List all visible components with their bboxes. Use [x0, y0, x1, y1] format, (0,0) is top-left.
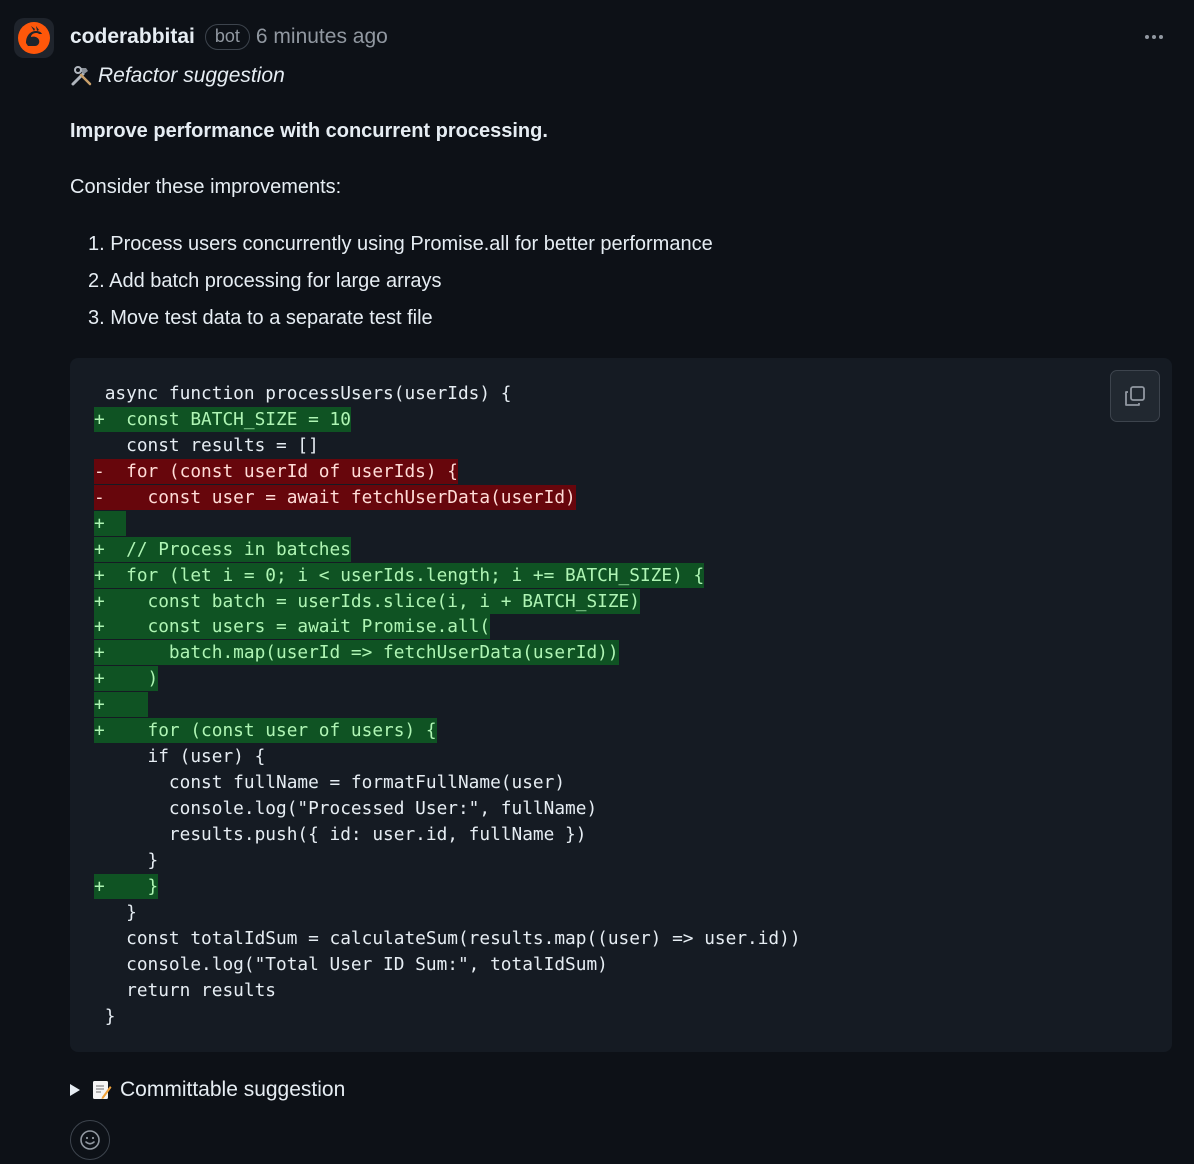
code-line-text: }	[94, 901, 137, 923]
committable-suggestion-toggle[interactable]: Committable suggestion	[70, 1078, 345, 1102]
context-line: return results	[94, 978, 801, 1004]
code-line-text: - const user = await fetchUserData(userI…	[94, 484, 576, 510]
context-line: const results = []	[94, 433, 801, 459]
added-line: +	[94, 692, 801, 718]
added-line: + const users = await Promise.all(	[94, 614, 801, 640]
smiley-icon	[80, 1130, 100, 1150]
added-line: + // Process in batches	[94, 536, 801, 563]
code-line-text: const fullName = formatFullName(user)	[94, 772, 566, 794]
added-line: + }	[94, 873, 801, 900]
removed-line: - const user = await fetchUserData(userI…	[94, 484, 801, 511]
code-line-text: }	[94, 1005, 116, 1027]
code-line-text: + )	[94, 666, 159, 692]
code-line-text: + const batch = userIds.slice(i, i + BAT…	[94, 588, 640, 614]
context-line: results.push({ id: user.id, fullName })	[94, 822, 801, 848]
subtitle-text: Refactor suggestion	[98, 64, 285, 87]
added-line: + const BATCH_SIZE = 10	[94, 406, 801, 433]
code-line-text: if (user) {	[94, 746, 266, 768]
context-line: }	[94, 900, 801, 926]
code-line-text: + for (const user of users) {	[94, 718, 437, 744]
code-line-text: - for (const userId of userIds) {	[94, 458, 458, 484]
code-line-text: + // Process in batches	[94, 536, 351, 562]
context-line: console.log("Processed User:", fullName)	[94, 796, 801, 822]
improvement-list: 1. Process users concurrently using Prom…	[88, 230, 713, 341]
suggestion-type: Refactor suggestion	[70, 64, 285, 88]
code-line-text: + for (let i = 0; i < userIds.length; i …	[94, 562, 705, 588]
list-item: 3. Move test data to a separate test fil…	[88, 307, 433, 329]
code-line-text: +	[94, 692, 148, 718]
added-line: + for (let i = 0; i < userIds.length; i …	[94, 562, 801, 589]
added-line: + batch.map(userId => fetchUserData(user…	[94, 640, 801, 666]
code-line-text: }	[94, 849, 159, 871]
comment-header: coderabbitai bot 6 minutes ago	[70, 22, 388, 52]
code-line-text: const totalIdSum = calculateSum(results.…	[94, 927, 801, 949]
code-line-text: results.push({ id: user.id, fullName })	[94, 823, 587, 845]
coderabbit-logo-icon	[18, 22, 50, 54]
timestamp[interactable]: 6 minutes ago	[256, 25, 388, 49]
bot-badge: bot	[204, 24, 250, 50]
code-line-text: +	[94, 510, 127, 536]
context-line: }	[94, 848, 801, 874]
avatar[interactable]	[14, 18, 54, 58]
code-line-text: + batch.map(userId => fetchUserData(user…	[94, 640, 619, 666]
added-line: + )	[94, 666, 801, 692]
code-line-text: + const users = await Promise.all(	[94, 614, 491, 640]
hammer-wrench-icon	[71, 66, 92, 86]
context-line: if (user) {	[94, 744, 801, 770]
triangle-right-icon	[70, 1084, 80, 1096]
code-line-text: return results	[94, 979, 276, 1001]
context-line: const fullName = formatFullName(user)	[94, 770, 801, 796]
context-line: const totalIdSum = calculateSum(results.…	[94, 926, 801, 952]
added-line: + const batch = userIds.slice(i, i + BAT…	[94, 588, 801, 615]
copy-button[interactable]	[1110, 370, 1160, 422]
suggestion-heading: Improve performance with concurrent proc…	[70, 120, 548, 142]
code-line-text: async function processUsers(userIds) {	[94, 383, 512, 404]
context-line: console.log("Total User ID Sum:", totalI…	[94, 952, 801, 978]
list-item: 2. Add batch processing for large arrays	[88, 270, 442, 292]
code-line-text: + const BATCH_SIZE = 10	[94, 406, 351, 432]
details-label: Committable suggestion	[120, 1078, 346, 1101]
code-suggestion-block: async function processUsers(userIds) {+ …	[70, 358, 1172, 1052]
added-line: +	[94, 510, 801, 537]
list-item: 1. Process users concurrently using Prom…	[88, 233, 713, 255]
context-line: }	[94, 1004, 801, 1030]
memo-icon	[93, 1081, 112, 1099]
context-line: async function processUsers(userIds) {	[94, 381, 801, 407]
code-diff: async function processUsers(userIds) {+ …	[94, 381, 801, 1029]
copy-icon	[1125, 386, 1145, 406]
code-line-text: const results = []	[94, 434, 319, 456]
add-reaction-button[interactable]	[70, 1120, 110, 1160]
added-line: + for (const user of users) {	[94, 718, 801, 744]
removed-line: - for (const userId of userIds) {	[94, 458, 801, 485]
code-line-text: console.log("Total User ID Sum:", totalI…	[94, 953, 608, 975]
intro-text: Consider these improvements:	[70, 176, 342, 198]
code-line-text: + }	[94, 873, 159, 899]
code-line-text: console.log("Processed User:", fullName)	[94, 798, 598, 819]
author-name[interactable]: coderabbitai	[70, 25, 195, 49]
kebab-menu-icon[interactable]	[1140, 26, 1168, 48]
